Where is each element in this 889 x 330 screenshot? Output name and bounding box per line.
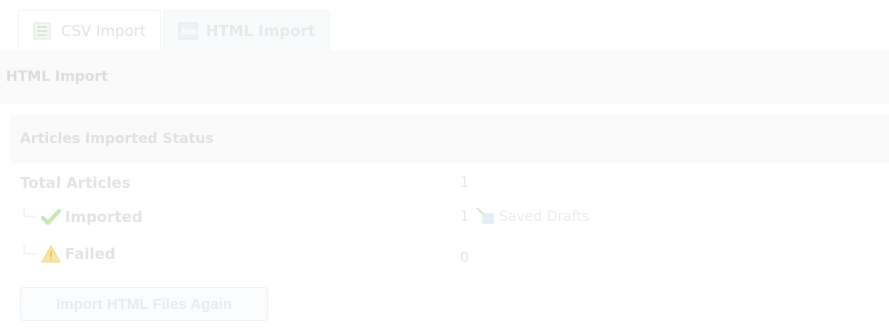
imported-row: └– Imported — [20, 205, 143, 229]
html-icon: html — [178, 22, 199, 40]
import-tabs: CSV Import html HTML Import — [18, 10, 332, 50]
total-articles-value: 1 — [460, 175, 469, 191]
total-articles-label: Total Articles — [20, 171, 131, 195]
csv-icon — [33, 22, 53, 40]
imported-value-cell: 1 Saved Drafts — [460, 205, 589, 229]
tab-csv-import[interactable]: CSV Import — [18, 10, 161, 50]
tab-csv-label: CSV Import — [61, 21, 146, 40]
failed-value: 0 — [460, 250, 469, 266]
page-title: HTML Import — [0, 50, 889, 104]
imported-value: 1 — [460, 209, 469, 225]
failed-label: Failed — [64, 245, 116, 263]
svg-text:html: html — [181, 28, 198, 36]
saved-drafts-text: Saved Drafts — [498, 209, 590, 225]
saved-drafts-link[interactable]: Saved Drafts — [475, 206, 589, 228]
drafts-icon — [475, 206, 495, 228]
import-html-again-button[interactable]: Import HTML Files Again — [20, 287, 268, 321]
warning-icon — [41, 244, 61, 263]
tree-branch: └– — [20, 246, 37, 262]
tree-branch: └– — [20, 209, 37, 225]
total-label-text: Total Articles — [20, 174, 131, 192]
failed-row: └– Failed — [20, 242, 116, 266]
tab-html-label: HTML Import — [205, 21, 316, 40]
status-heading: Articles Imported Status — [10, 115, 889, 163]
imported-label: Imported — [64, 208, 143, 226]
checkmark-icon — [40, 208, 61, 226]
tab-html-import[interactable]: html HTML Import — [162, 10, 331, 50]
